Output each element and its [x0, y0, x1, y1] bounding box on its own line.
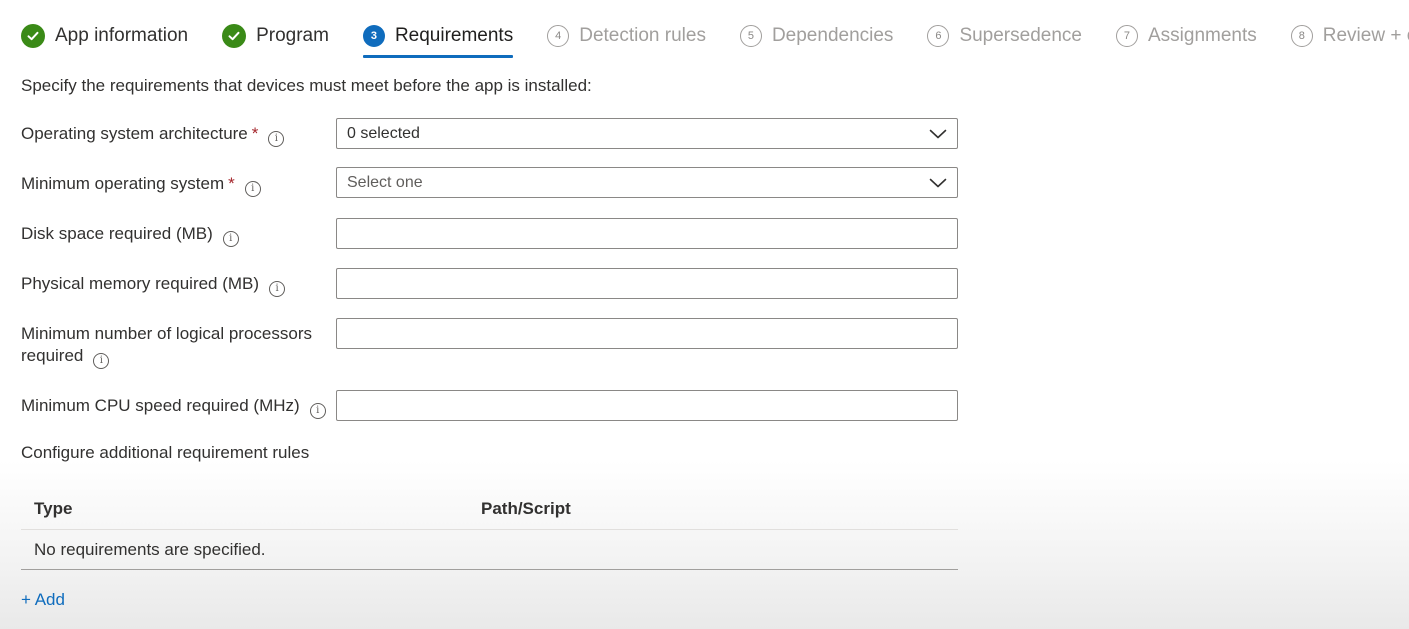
info-icon[interactable]: i [244, 181, 261, 197]
cpu-speed-label: Minimum CPU speed required (MHz) i [21, 395, 326, 419]
required-asterisk: * [228, 174, 235, 193]
step-program[interactable]: Program [222, 22, 329, 50]
wizard-steps: App information Program 3 Requirements 4… [21, 22, 1409, 58]
requirement-rules-title: Configure additional requirement rules [21, 443, 310, 462]
step-number-icon: 4 [547, 25, 570, 47]
intro-text: Specify the requirements that devices mu… [21, 76, 592, 95]
disk-space-label: Disk space required (MB) i [21, 223, 239, 247]
step-supersedence[interactable]: 6 Supersedence [927, 22, 1082, 50]
disk-space-field [336, 218, 958, 249]
requirement-rules-table: Type Path/Script No requirements are spe… [21, 488, 958, 570]
minimum-os-dropdown[interactable]: Select one [336, 167, 958, 198]
step-requirements[interactable]: 3 Requirements [362, 22, 514, 58]
step-number-icon: 8 [1290, 25, 1313, 47]
step-label: Program [256, 25, 329, 46]
step-app-information[interactable]: App information [21, 22, 188, 50]
disk-space-input[interactable] [337, 219, 957, 248]
step-label: Review + create [1322, 25, 1409, 46]
cpu-speed-input[interactable] [337, 391, 957, 420]
dropdown-value: 0 selected [347, 124, 420, 142]
step-number-icon: 3 [362, 25, 385, 47]
logical-processors-label: Minimum number of logical processors req… [21, 323, 312, 369]
chevron-down-icon [929, 178, 947, 187]
step-detection-rules[interactable]: 4 Detection rules [547, 22, 706, 50]
physical-memory-field [336, 268, 958, 299]
step-label: Supersedence [959, 25, 1082, 46]
cpu-speed-field [336, 390, 958, 421]
info-icon[interactable]: i [268, 131, 285, 147]
step-label: Dependencies [771, 25, 894, 46]
physical-memory-input[interactable] [337, 269, 957, 298]
step-number-icon: 6 [927, 25, 950, 47]
logical-processors-input[interactable] [337, 319, 957, 348]
chevron-down-icon [929, 129, 947, 138]
step-assignments[interactable]: 7 Assignments [1115, 22, 1257, 50]
step-label: Assignments [1147, 25, 1257, 46]
os-architecture-label: Operating system architecture * i [21, 123, 285, 147]
step-label: App information [55, 25, 189, 46]
logical-processors-field [336, 318, 958, 349]
checkmark-icon [222, 24, 247, 48]
step-dependencies[interactable]: 5 Dependencies [739, 22, 894, 50]
info-icon[interactable]: i [222, 231, 239, 247]
os-architecture-dropdown[interactable]: 0 selected [336, 118, 958, 149]
required-asterisk: * [251, 124, 259, 143]
table-header: Type Path/Script [21, 488, 958, 530]
column-header-path-script: Path/Script [481, 498, 571, 518]
minimum-os-label: Minimum operating system * i [21, 173, 261, 197]
table-empty-row: No requirements are specified. [21, 530, 958, 570]
active-step-indicator [362, 55, 514, 58]
add-requirement-link[interactable]: + Add [21, 590, 65, 610]
step-number-icon: 7 [1115, 25, 1138, 47]
physical-memory-label: Physical memory required (MB) i [21, 273, 286, 297]
step-number-icon: 5 [739, 25, 762, 47]
column-header-type: Type [34, 498, 73, 518]
dropdown-placeholder: Select one [347, 173, 423, 191]
info-icon[interactable]: i [269, 281, 286, 297]
checkmark-icon [21, 24, 45, 48]
info-icon[interactable]: i [309, 403, 326, 419]
step-review-create[interactable]: 8 Review + create [1290, 22, 1409, 50]
requirements-page: App information Program 3 Requirements 4… [0, 0, 1409, 629]
info-icon[interactable]: i [93, 353, 110, 369]
step-label: Requirements [394, 25, 514, 46]
step-label: Detection rules [579, 25, 706, 46]
